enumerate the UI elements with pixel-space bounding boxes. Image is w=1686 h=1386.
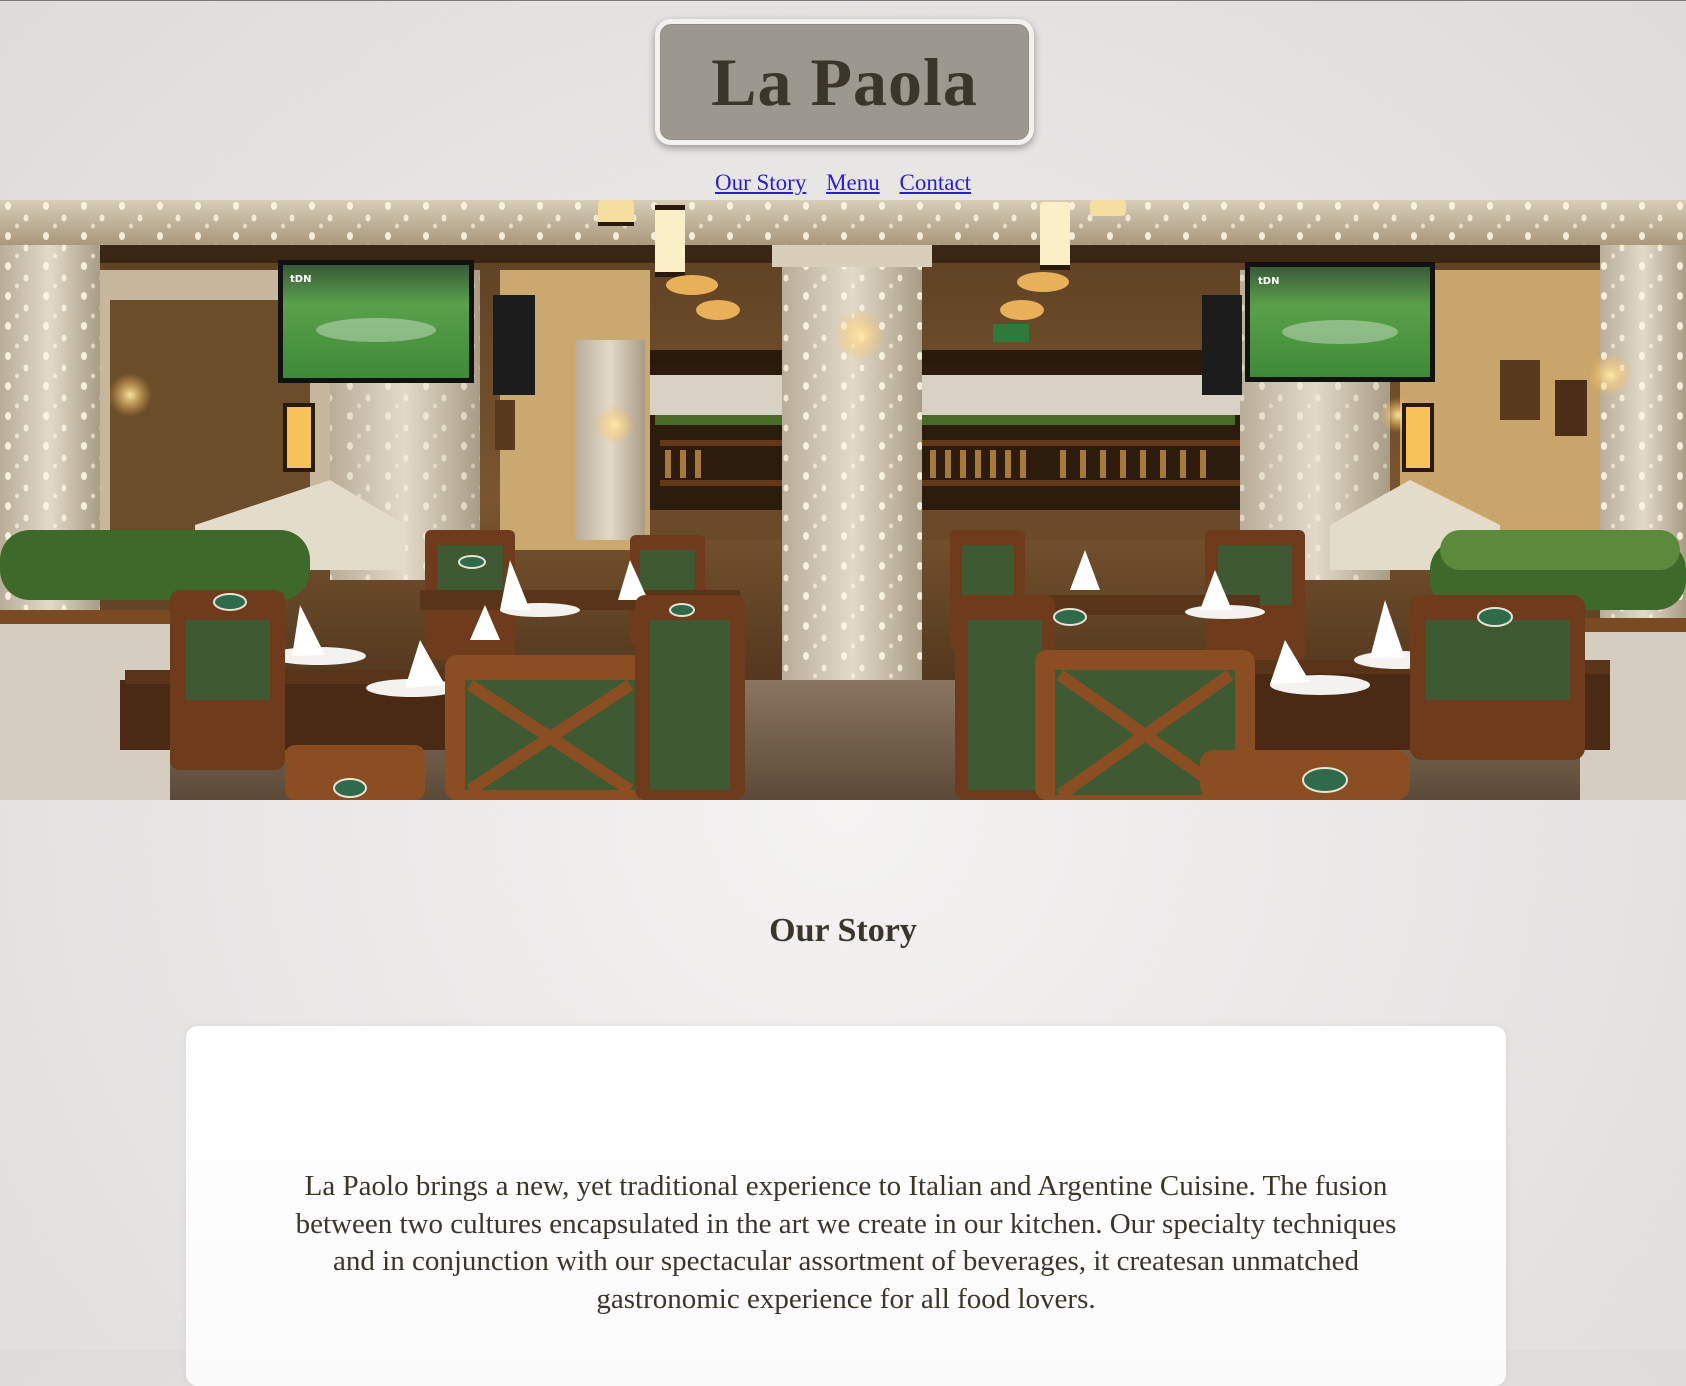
logo-text: La Paola <box>711 44 978 120</box>
main-nav: Our Story Menu Contact <box>0 169 1686 197</box>
section-title-our-story: Our Story <box>769 912 917 949</box>
hero-image: tDN tDN <box>0 200 1686 800</box>
story-card: La Paolo brings a new, yet traditional e… <box>186 1026 1506 1386</box>
nav-link-contact[interactable]: Contact <box>900 170 972 195</box>
tv-right: tDN <box>1245 262 1435 382</box>
logo-badge[interactable]: La Paola <box>655 19 1034 145</box>
site-header: La Paola Our Story Menu Contact <box>0 1 1686 200</box>
tv-left: tDN <box>278 260 474 383</box>
story-paragraph: La Paolo brings a new, yet traditional e… <box>295 1170 1397 1315</box>
svg-text:tDN: tDN <box>290 274 311 285</box>
nav-link-our-story[interactable]: Our Story <box>715 170 806 195</box>
restaurant-interior-photo: tDN tDN <box>0 200 1686 800</box>
svg-text:tDN: tDN <box>1258 276 1279 287</box>
nav-link-menu[interactable]: Menu <box>826 170 880 195</box>
